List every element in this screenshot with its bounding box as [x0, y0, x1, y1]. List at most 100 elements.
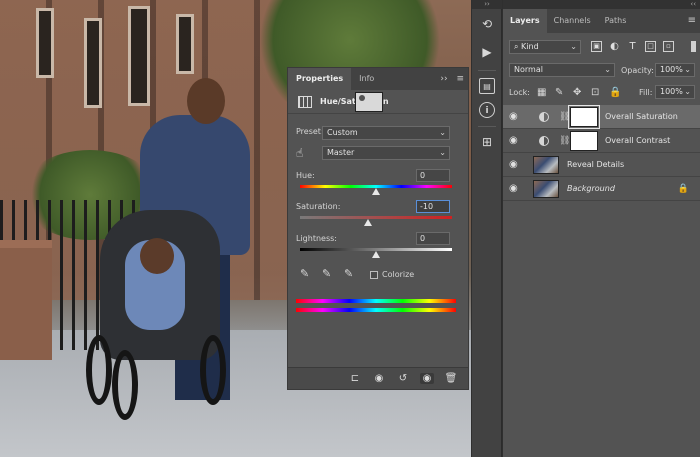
trash-icon[interactable]: 🗑: [444, 373, 458, 384]
targeted-adjustment-hand-icon[interactable]: ☝: [296, 146, 303, 160]
libraries-icon[interactable]: ⊞: [479, 134, 495, 150]
filter-adjustment-icon[interactable]: ◐: [609, 41, 620, 52]
layer-mask-thumbnail[interactable]: [568, 104, 600, 129]
layer-row[interactable]: ◉ Reveal Details: [503, 153, 700, 177]
eyedropper-subtract-icon[interactable]: ✎: [344, 267, 353, 280]
eye-icon[interactable]: ◉: [509, 111, 518, 122]
input-color-bar: [296, 299, 456, 303]
filter-toggle-switch[interactable]: [691, 41, 696, 52]
layers-panel: ‹‹ Layers Channels Paths ≡ ⌕ Kind ⌄ ▣ ◐ …: [502, 0, 700, 457]
hue-label: Hue:: [296, 171, 315, 180]
colorize-option[interactable]: Colorize: [370, 270, 414, 279]
tab-paths[interactable]: Paths: [598, 9, 634, 33]
chevron-down-icon: ⌄: [604, 65, 611, 74]
fill-input[interactable]: 100% ⌄: [655, 85, 695, 99]
chevron-down-icon: ⌄: [570, 42, 577, 51]
reset-icon[interactable]: ↺: [396, 373, 410, 384]
building-window: [36, 8, 54, 78]
tab-properties[interactable]: Properties: [288, 68, 352, 90]
preset-value: Custom: [327, 128, 358, 137]
filter-pixel-icon[interactable]: ▣: [591, 41, 602, 52]
eye-icon[interactable]: ◉: [509, 183, 518, 194]
lock-artboard-icon[interactable]: ⊡: [591, 87, 599, 98]
properties-tab-bar: Properties Info ›› ≡: [288, 68, 468, 90]
panel-icon-strip: ›› ⟲ ▶ ▤ i ⊞: [471, 0, 502, 457]
history-icon[interactable]: ⟲: [479, 16, 495, 32]
chain-link-icon[interactable]: ⛓: [559, 136, 570, 146]
layer-row[interactable]: ◉ ⛓ Overall Contrast: [503, 129, 700, 153]
chain-link-icon[interactable]: ⛓: [559, 112, 570, 122]
colorize-checkbox[interactable]: [370, 270, 378, 279]
baby-head: [140, 238, 174, 274]
fill-value: 100%: [660, 87, 683, 96]
preset-select[interactable]: Custom ⌄: [322, 126, 450, 140]
stroller-wheel: [86, 335, 112, 405]
lock-label: Lock:: [509, 88, 530, 97]
building-window: [128, 6, 150, 106]
filter-type-icon[interactable]: T: [627, 41, 638, 52]
saturation-slider-thumb[interactable]: [364, 219, 373, 226]
eyedropper-add-icon[interactable]: ✎: [322, 267, 331, 280]
lock-all-icon[interactable]: 🔒: [609, 87, 621, 98]
tab-channels[interactable]: Channels: [547, 9, 598, 33]
layers-tab-bar: Layers Channels Paths ≡: [503, 9, 700, 33]
info-icon[interactable]: i: [479, 102, 495, 118]
filter-smart-object-icon[interactable]: ▫: [663, 41, 674, 52]
lock-position-icon[interactable]: ✥: [573, 87, 581, 98]
search-icon: ⌕: [514, 42, 522, 51]
adjustment-grid-icon[interactable]: [298, 95, 312, 108]
lightness-input[interactable]: 0: [416, 232, 450, 245]
tab-layers[interactable]: Layers: [503, 9, 547, 33]
layer-thumbnail[interactable]: [533, 155, 559, 174]
panel-menu-icon[interactable]: ≡: [688, 9, 696, 33]
layer-name[interactable]: Reveal Details: [567, 160, 624, 169]
tab-info[interactable]: Info: [351, 68, 382, 90]
eyedropper-icon[interactable]: ✎: [300, 267, 309, 280]
hue-slider-thumb[interactable]: [372, 188, 380, 195]
saturation-input[interactable]: -10: [416, 200, 450, 213]
hue-input[interactable]: 0: [416, 169, 450, 182]
panel-menu-icon[interactable]: ≡: [456, 74, 464, 84]
layer-thumbnail[interactable]: [533, 179, 559, 198]
building-window: [176, 14, 194, 74]
expand-panels-icon[interactable]: ››: [472, 0, 502, 9]
preset-label: Preset:: [296, 127, 324, 136]
layer-mask-thumbnail[interactable]: [570, 130, 598, 151]
lock-pixels-icon[interactable]: ✎: [555, 87, 563, 98]
properties-panel-icon[interactable]: ▤: [479, 78, 495, 94]
clip-to-layer-icon[interactable]: ⊏: [348, 373, 362, 384]
layer-name[interactable]: Overall Contrast: [605, 136, 670, 145]
layer-name[interactable]: Overall Saturation: [605, 112, 678, 121]
collapse-icon[interactable]: ››: [440, 74, 447, 84]
chevron-down-icon: ⌄: [684, 65, 691, 74]
lightness-label: Lightness:: [296, 234, 337, 243]
eye-icon[interactable]: ◉: [509, 135, 518, 146]
chevron-down-icon: ⌄: [684, 87, 691, 96]
man-head: [187, 78, 225, 124]
stone-pillar: [0, 240, 52, 360]
layer-mask-icon[interactable]: [355, 91, 383, 112]
view-previous-state-icon[interactable]: ◉: [372, 373, 386, 384]
saturation-slider-track[interactable]: [300, 216, 452, 219]
channel-select[interactable]: Master ⌄: [322, 146, 450, 160]
properties-footer: ⊏ ◉ ↺ ◉ 🗑: [288, 367, 468, 389]
lock-transparent-icon[interactable]: ▦: [537, 87, 546, 98]
play-actions-icon[interactable]: ▶: [479, 44, 495, 60]
visibility-eye-icon[interactable]: ◉: [420, 373, 434, 384]
adjustment-layer-icon: [539, 135, 549, 146]
collapse-panels-icon[interactable]: ‹‹: [503, 0, 700, 9]
layer-row[interactable]: ◉ ⛓ Overall Saturation: [503, 104, 700, 129]
strip-divider: [478, 126, 496, 127]
stroller-wheel: [112, 350, 138, 420]
filter-shape-icon[interactable]: □: [645, 41, 656, 52]
opacity-input[interactable]: 100% ⌄: [655, 63, 695, 77]
lightness-slider-thumb[interactable]: [372, 251, 380, 258]
panel-controls[interactable]: ›› ≡: [440, 68, 464, 90]
blend-mode-select[interactable]: Normal ⌄: [509, 63, 615, 77]
layer-filter-select[interactable]: ⌕ Kind ⌄: [509, 40, 581, 54]
properties-panel: Properties Info ›› ≡ Hue/Saturation Pres…: [287, 67, 469, 390]
layer-row[interactable]: ◉ Background 🔒: [503, 177, 700, 201]
layer-name[interactable]: Background: [567, 184, 615, 193]
eye-icon[interactable]: ◉: [509, 159, 518, 170]
chevron-down-icon: ⌄: [439, 128, 446, 137]
